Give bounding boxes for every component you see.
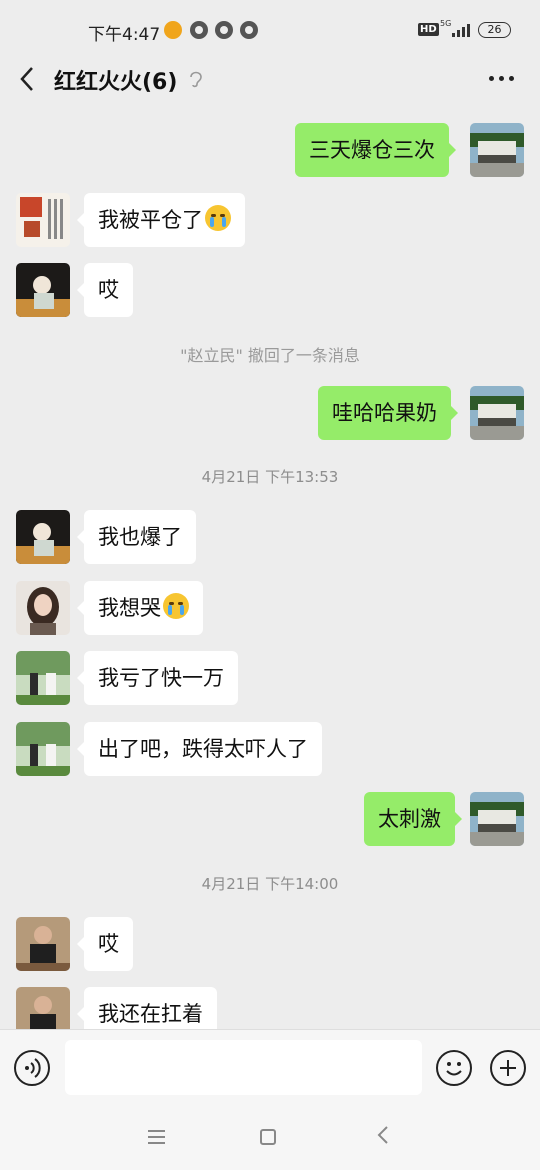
avatar-self[interactable]	[470, 792, 524, 846]
loudly-crying-face-icon	[163, 593, 189, 619]
system-nav-bar	[0, 1105, 540, 1170]
chat-title: 红红火火(6)	[54, 70, 178, 95]
message-text: 我想哭	[98, 596, 161, 620]
avatar-member[interactable]	[16, 263, 70, 317]
message-bubble-incoming[interactable]: 哎	[77, 917, 133, 971]
message-bubble-incoming[interactable]: 我亏了快一万	[77, 651, 238, 705]
message-input[interactable]	[65, 1040, 422, 1095]
crying-face-icon	[205, 205, 231, 231]
status-bar: 下午4:47 HD 5G 26	[0, 0, 540, 60]
message-bubble-incoming[interactable]: 出了吧，跌得太吓人了	[77, 722, 322, 776]
avatar-member[interactable]	[16, 510, 70, 564]
message-bubble-incoming[interactable]: 我想哭	[77, 581, 203, 635]
avatar-member[interactable]	[16, 651, 70, 705]
menu-icon[interactable]	[148, 1130, 165, 1144]
message-text: 太刺激	[378, 807, 441, 831]
message-bubble-incoming[interactable]: 我被平仓了	[77, 193, 245, 247]
qq-notification-icon	[240, 21, 258, 39]
message-text: 我亏了快一万	[98, 666, 224, 690]
battery-icon: 26	[478, 22, 511, 38]
message-bubble-outgoing[interactable]: 三天爆仓三次	[295, 123, 456, 177]
voice-icon[interactable]	[14, 1050, 50, 1086]
home-icon[interactable]	[260, 1129, 276, 1145]
message-text: 三天爆仓三次	[309, 138, 435, 162]
message-text: 我还在扛着	[98, 1002, 203, 1026]
message-text: 出了吧，跌得太吓人了	[98, 737, 308, 761]
chevron-left-icon[interactable]	[18, 64, 38, 94]
message-bubble-outgoing[interactable]: 哇哈哈果奶	[318, 386, 458, 440]
avatar-self[interactable]	[470, 123, 524, 177]
emoji-icon[interactable]	[436, 1050, 472, 1086]
timestamp: 4月21日 下午14:00	[201, 875, 339, 893]
hd-badge: HD	[418, 23, 439, 36]
recall-notice: "赵立民" 撤回了一条消息	[180, 346, 360, 365]
message-text: 哎	[98, 278, 119, 302]
ear-icon	[188, 69, 204, 89]
input-bar	[0, 1029, 540, 1105]
qq-notification-icon	[190, 21, 208, 39]
weibo-notification-icon	[164, 21, 182, 39]
message-bubble-outgoing[interactable]: 太刺激	[364, 792, 462, 846]
avatar-member[interactable]	[16, 193, 70, 247]
message-text: 我被平仓了	[98, 208, 203, 232]
timestamp: 4月21日 下午13:53	[201, 468, 339, 486]
message-text: 哇哈哈果奶	[332, 401, 437, 425]
status-time: 下午4:47	[88, 25, 161, 45]
avatar-member[interactable]	[16, 722, 70, 776]
plus-icon[interactable]	[490, 1050, 526, 1086]
chat-header: 红红火火(6)	[0, 56, 540, 102]
message-bubble-incoming[interactable]: 哎	[77, 263, 133, 317]
avatar-self[interactable]	[470, 386, 524, 440]
avatar-member[interactable]	[16, 581, 70, 635]
message-bubble-incoming[interactable]: 我也爆了	[77, 510, 196, 564]
back-icon[interactable]	[376, 1123, 390, 1153]
more-dots-icon[interactable]	[486, 62, 518, 92]
signal-icon	[448, 23, 472, 37]
qq-notification-icon	[215, 21, 233, 39]
avatar-member[interactable]	[16, 917, 70, 971]
message-text: 我也爆了	[98, 525, 182, 549]
message-text: 哎	[98, 932, 119, 956]
